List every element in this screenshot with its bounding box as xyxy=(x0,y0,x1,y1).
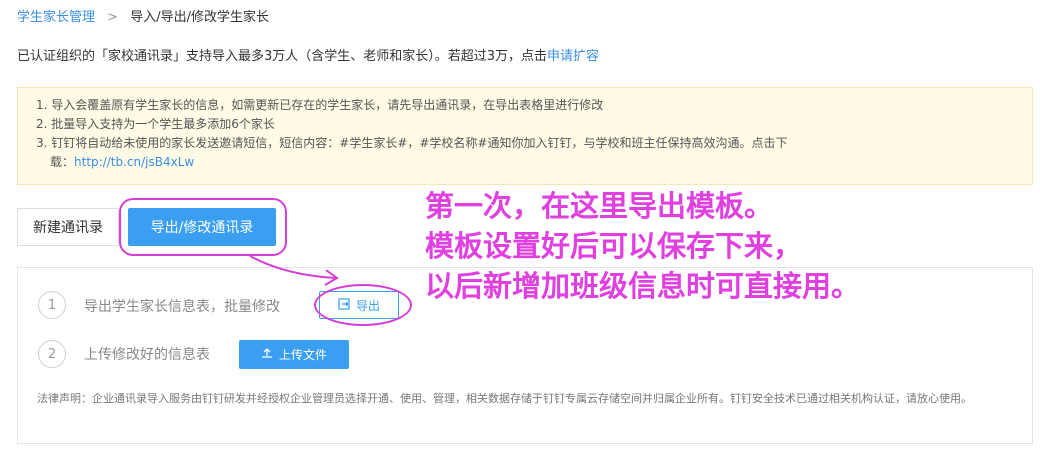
notice-line-4: 载：http://tb.cn/jsB4xLw xyxy=(36,153,1014,172)
annotation-line-3: 以后新增加班级信息时可直接用。 xyxy=(425,269,861,303)
legal-statement: 法律声明：企业通讯录导入服务由钉钉研发并经授权企业管理员选择开通、使用、管理，相… xyxy=(37,392,972,405)
notice-box: 1. 导入会覆盖原有学生家长的信息，如需更新已存在的学生家长，请先导出通讯录，在… xyxy=(17,87,1033,185)
step-1-number: 1 xyxy=(38,291,66,319)
breadcrumb-parent-link[interactable]: 学生家长管理 xyxy=(17,10,95,25)
notice-download-prefix: 载： xyxy=(50,155,75,169)
notice-line-1: 1. 导入会覆盖原有学生家长的信息，如需更新已存在的学生家长，请先导出通讯录，在… xyxy=(36,98,604,112)
download-link[interactable]: http://tb.cn/jsB4xLw xyxy=(74,155,194,169)
step-2-number: 2 xyxy=(38,340,66,368)
intro-description: 已认证组织的「家校通讯录」支持导入最多3万人（含学生、老师和家长）。若超过3万，… xyxy=(17,49,548,64)
annotation-line-2: 模板设置好后可以保存下来， xyxy=(425,229,803,263)
annotation-text: 第一次，在这里导出模板。 模板设置好后可以保存下来， 以后新增加班级信息时可直接… xyxy=(425,186,860,306)
notice-line-3: 3. 钉钉将自动给未使用的家长发送邀请短信，短信内容：#学生家长#，#学校名称#… xyxy=(36,136,788,150)
breadcrumb-separator: > xyxy=(107,10,119,25)
upload-button-label: 上传文件 xyxy=(278,348,327,362)
notice-line-2: 2. 批量导入支持为一个学生最多添加6个家长 xyxy=(36,117,275,131)
tab-export-modify-directory[interactable]: 导出/修改通讯录 xyxy=(128,208,276,246)
step-1-text: 导出学生家长信息表，批量修改 xyxy=(84,299,280,315)
breadcrumb: 学生家长管理 > 导入/导出/修改学生家长 xyxy=(17,6,269,25)
tab-new-directory[interactable]: 新建通讯录 xyxy=(17,208,119,246)
export-button[interactable]: 导出 xyxy=(319,291,399,319)
step-2-text: 上传修改好的信息表 xyxy=(84,347,210,363)
intro-text: 已认证组织的「家校通讯录」支持导入最多3万人（含学生、老师和家长）。若超过3万，… xyxy=(17,45,599,64)
annotation-line-1: 第一次，在这里导出模板。 xyxy=(425,189,774,223)
apply-expansion-link[interactable]: 申请扩容 xyxy=(547,49,599,64)
breadcrumb-current: 导入/导出/修改学生家长 xyxy=(130,10,269,25)
upload-icon xyxy=(261,347,273,362)
export-button-label: 导出 xyxy=(355,298,380,313)
export-icon xyxy=(338,297,350,313)
upload-file-button[interactable]: 上传文件 xyxy=(239,340,349,369)
